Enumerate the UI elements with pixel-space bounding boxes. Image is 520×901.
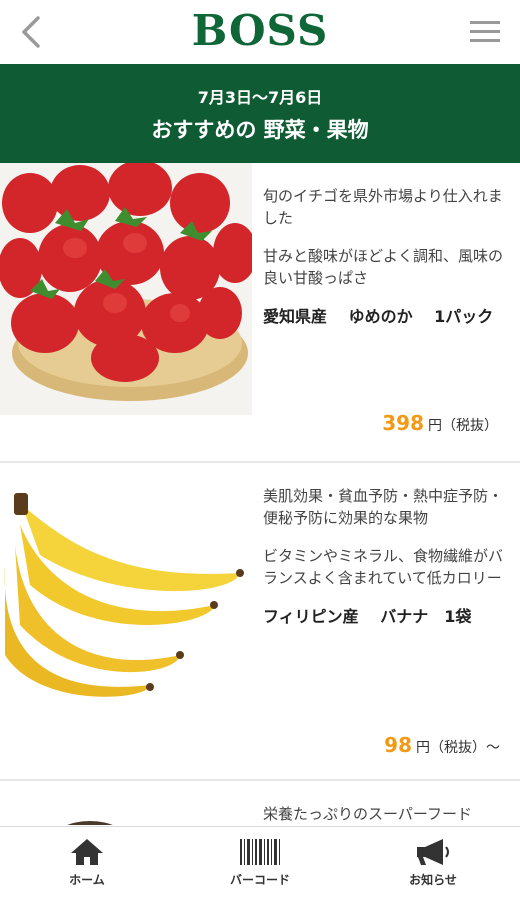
product-price: 398 円（税抜） [382, 411, 498, 435]
tab-news-label: お知らせ [409, 873, 457, 887]
product-info: 栄養たっぷりのスーパーフード [263, 803, 503, 825]
tab-home[interactable]: ホーム [27, 837, 147, 888]
product-description: 旬のイチゴを県外市場より仕入れました [263, 187, 503, 227]
product-info: 美肌効果・貧血予防・熱中症予防・便秘予防に効果的な果物 ビタミンやミネラル、食物… [263, 485, 503, 629]
banana-image [0, 485, 252, 715]
strawberry-image [0, 163, 252, 415]
top-bar: BOSS [0, 0, 520, 65]
price-value: 98 [384, 733, 412, 757]
price-unit: 円（税抜） [428, 418, 498, 434]
product-list: 旬のイチゴを県外市場より仕入れました 甘みと酸味がほどよく調和、風味の良い甘酸っ… [0, 163, 520, 825]
campaign-banner: 7月3日〜7月6日 おすすめの 野菜・果物 [0, 64, 520, 163]
product-card[interactable]: 旬のイチゴを県外市場より仕入れました 甘みと酸味がほどよく調和、風味の良い甘酸っ… [0, 163, 520, 463]
brand-logo[interactable]: BOSS [0, 6, 520, 55]
avocado-image [67, 821, 113, 825]
product-info: 旬のイチゴを県外市場より仕入れました 甘みと酸味がほどよく調和、風味の良い甘酸っ… [263, 185, 503, 329]
product-name: フィリピン産 バナナ 1袋 [263, 607, 472, 626]
product-price: 98 円（税抜）〜 [384, 733, 500, 757]
price-unit: 円（税抜）〜 [416, 740, 500, 756]
product-name: 愛知県産 ゆめのか 1パック [263, 307, 494, 326]
campaign-title: おすすめの 野菜・果物 [151, 118, 369, 142]
tab-barcode[interactable]: バーコード [200, 837, 320, 888]
barcode-icon [240, 839, 280, 865]
campaign-dates: 7月3日〜7月6日 [197, 88, 323, 107]
price-value: 398 [382, 411, 424, 435]
product-description: 栄養たっぷりのスーパーフード [263, 805, 472, 823]
product-card[interactable]: 美肌効果・貧血予防・熱中症予防・便秘予防に効果的な果物 ビタミンやミネラル、食物… [0, 463, 520, 781]
home-icon [71, 839, 103, 865]
tab-home-label: ホーム [69, 873, 105, 887]
product-description: 甘みと酸味がほどよく調和、風味の良い甘酸っぱさ [263, 247, 504, 287]
product-card[interactable]: 栄養たっぷりのスーパーフード [0, 781, 520, 825]
tab-barcode-label: バーコード [229, 873, 290, 887]
hamburger-menu-icon [470, 21, 500, 42]
bottom-tab-bar: ホーム バーコード お知らせ [0, 826, 520, 901]
tab-news[interactable]: お知らせ [373, 837, 493, 888]
menu-button[interactable] [468, 18, 502, 46]
product-description: 美肌効果・貧血予防・熱中症予防・便秘予防に効果的な果物 [263, 487, 504, 527]
megaphone-icon [417, 839, 449, 865]
product-description: ビタミンやミネラル、食物繊維がバランスよく含まれていて低カロリー [263, 547, 504, 587]
